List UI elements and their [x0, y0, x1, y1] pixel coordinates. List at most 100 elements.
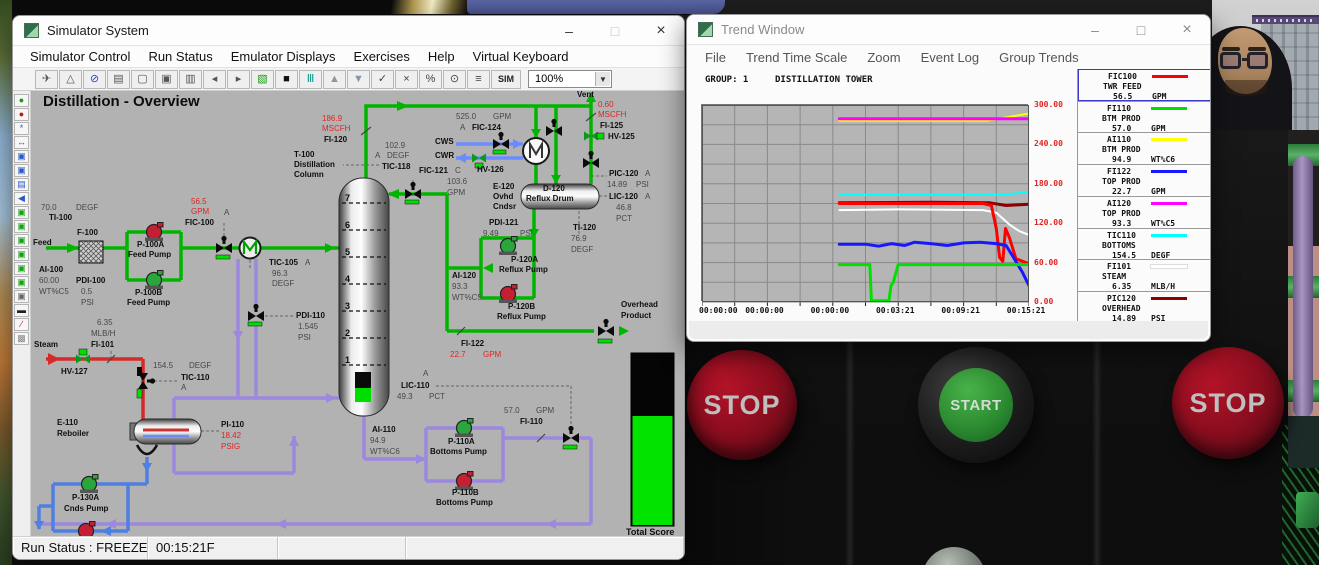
diagram-label: LIC-110	[401, 382, 429, 391]
start-button[interactable]: START	[918, 347, 1034, 463]
legend-color-swatch	[1151, 138, 1187, 141]
graphic-3-icon[interactable]: ▣	[14, 234, 29, 247]
layers-icon[interactable]: ≡	[467, 70, 490, 89]
alarm-list-icon[interactable]: ▤	[107, 70, 130, 89]
zoom-level-select[interactable]: 100%▼	[528, 70, 612, 88]
diagram-label: P-120A	[511, 256, 538, 265]
legend-description: TWR FEED	[1103, 82, 1142, 91]
trend-columns-icon[interactable]: Ⅲ	[299, 70, 322, 89]
beard	[1225, 80, 1267, 96]
tray-number: 2	[345, 328, 350, 338]
minimize-button[interactable]: –	[1072, 15, 1118, 44]
snapshot-icon[interactable]: *	[14, 122, 29, 135]
menu-run-status[interactable]: Run Status	[139, 49, 221, 64]
diagram-label: A	[375, 152, 380, 161]
process-diagram[interactable]: Distillation - Overview Total Score 70.0…	[31, 91, 684, 536]
menu-exercises[interactable]: Exercises	[345, 49, 419, 64]
menu-simulator-control[interactable]: Simulator Control	[21, 49, 139, 64]
maximize-button[interactable]: □	[1118, 15, 1164, 44]
legend-unit: DEGF	[1151, 251, 1170, 260]
diagram-label: FIC-124	[472, 124, 501, 133]
diagram-label: Cndsr	[493, 203, 516, 212]
monitor-b-icon[interactable]: ▣	[14, 164, 29, 177]
legend-color-swatch	[1151, 297, 1187, 300]
legend-description: BOTTOMS	[1102, 241, 1136, 250]
speaker-icon[interactable]: ◀	[14, 192, 29, 205]
monitor-a-icon[interactable]: ▣	[14, 150, 29, 163]
graphic-2-icon[interactable]: ▣	[14, 220, 29, 233]
diagram-label: WT%C6	[370, 448, 400, 457]
minimize-button[interactable]: –	[546, 16, 592, 45]
graphic-1-icon[interactable]: ▣	[14, 206, 29, 219]
simulator-titlebar[interactable]: Simulator System – □ ×	[13, 16, 684, 46]
diagram-label: FIC-121	[419, 167, 448, 176]
diagram-label: P-110A	[448, 438, 475, 447]
graphic-6-icon[interactable]: ▣	[14, 276, 29, 289]
page-down-icon[interactable]: ▣	[155, 70, 178, 89]
menu-event-log[interactable]: Event Log	[911, 50, 990, 65]
doc-icon[interactable]: ▤	[14, 178, 29, 191]
forward-display-icon[interactable]: ▸	[227, 70, 250, 89]
dark-screen-icon[interactable]: ▬	[14, 304, 29, 317]
down-icon[interactable]: ▼	[347, 70, 370, 89]
y-axis-tick: 180.00	[1034, 179, 1063, 188]
alarm-icon[interactable]: △	[59, 70, 82, 89]
menu-help[interactable]: Help	[419, 49, 464, 64]
menu-virtual-keyboard[interactable]: Virtual Keyboard	[464, 49, 578, 64]
new-page-icon[interactable]: ▢	[131, 70, 154, 89]
menu-group-trends[interactable]: Group Trends	[989, 50, 1089, 65]
diagram-label: E-120	[493, 183, 514, 192]
green-doc-icon[interactable]: ▧	[251, 70, 274, 89]
cancel-icon[interactable]: ×	[395, 70, 418, 89]
page-image-icon[interactable]: ▥	[179, 70, 202, 89]
back-display-icon[interactable]: ◂	[203, 70, 226, 89]
maximize-button[interactable]: □	[592, 16, 638, 45]
glasses-lens	[1220, 52, 1241, 69]
status-cell-0: Run Status : FREEZE	[13, 537, 148, 559]
plant-overview-icon[interactable]: ✈	[35, 70, 58, 89]
legend-row-ai120: AI120TOP PROD93.3WT%C5	[1078, 196, 1211, 228]
close-button[interactable]: ×	[1164, 15, 1210, 44]
eyebrow	[1222, 47, 1240, 51]
graphic-5-icon[interactable]: ▣	[14, 262, 29, 275]
close-button[interactable]: ×	[638, 16, 684, 45]
stop-button-left[interactable]: STOP	[687, 350, 797, 460]
tray-number: 3	[345, 301, 350, 311]
menu-emulator-displays[interactable]: Emulator Displays	[222, 49, 345, 64]
green-pipe	[1296, 492, 1319, 528]
y-axis-tick: 300.00	[1034, 100, 1063, 109]
trend-titlebar[interactable]: Trend Window – □ ×	[687, 15, 1210, 45]
diagram-label: A	[423, 370, 428, 379]
up-icon[interactable]: ▲	[323, 70, 346, 89]
diagram-label: A	[645, 193, 650, 202]
x-axis-tick: 00:15:21	[1007, 306, 1046, 315]
legend-value: 6.35	[1112, 282, 1131, 291]
menu-file[interactable]: File	[695, 50, 736, 65]
stop-indicator-icon[interactable]: ●	[14, 108, 29, 121]
percent-icon[interactable]: %	[419, 70, 442, 89]
diagram-label: PIC-120	[609, 170, 638, 179]
legend-unit: GPM	[1152, 92, 1166, 101]
legend-unit: WT%C6	[1151, 155, 1175, 164]
legend-value: 93.3	[1112, 219, 1131, 228]
marker-icon[interactable]: ∕	[14, 318, 29, 331]
menu-trend-time-scale[interactable]: Trend Time Scale	[736, 50, 857, 65]
alarm-disable-icon[interactable]: ⊘	[83, 70, 106, 89]
search-icon[interactable]: ⊙	[443, 70, 466, 89]
copy-icon[interactable]: ▣	[14, 290, 29, 303]
screen-icon[interactable]: ■	[275, 70, 298, 89]
diagram-label: PCT	[616, 215, 632, 224]
diagram-label: 57.0	[504, 407, 520, 416]
chevron-down-icon[interactable]: ▼	[595, 72, 610, 86]
stop-button-left-label: STOP	[703, 390, 780, 421]
legend-row-fi110: FI110BTM PROD57.0GPM	[1078, 101, 1211, 133]
stop-button-right[interactable]: STOP	[1172, 347, 1284, 459]
sim-mode-button[interactable]: SIM	[491, 70, 521, 89]
grid-icon[interactable]: ▩	[14, 332, 29, 345]
menu-zoom[interactable]: Zoom	[857, 50, 910, 65]
legend-color-swatch	[1151, 234, 1187, 237]
graphic-4-icon[interactable]: ▣	[14, 248, 29, 261]
run-indicator-icon[interactable]: ●	[14, 94, 29, 107]
swap-icon[interactable]: ↔	[14, 136, 29, 149]
accept-icon[interactable]: ✓	[371, 70, 394, 89]
